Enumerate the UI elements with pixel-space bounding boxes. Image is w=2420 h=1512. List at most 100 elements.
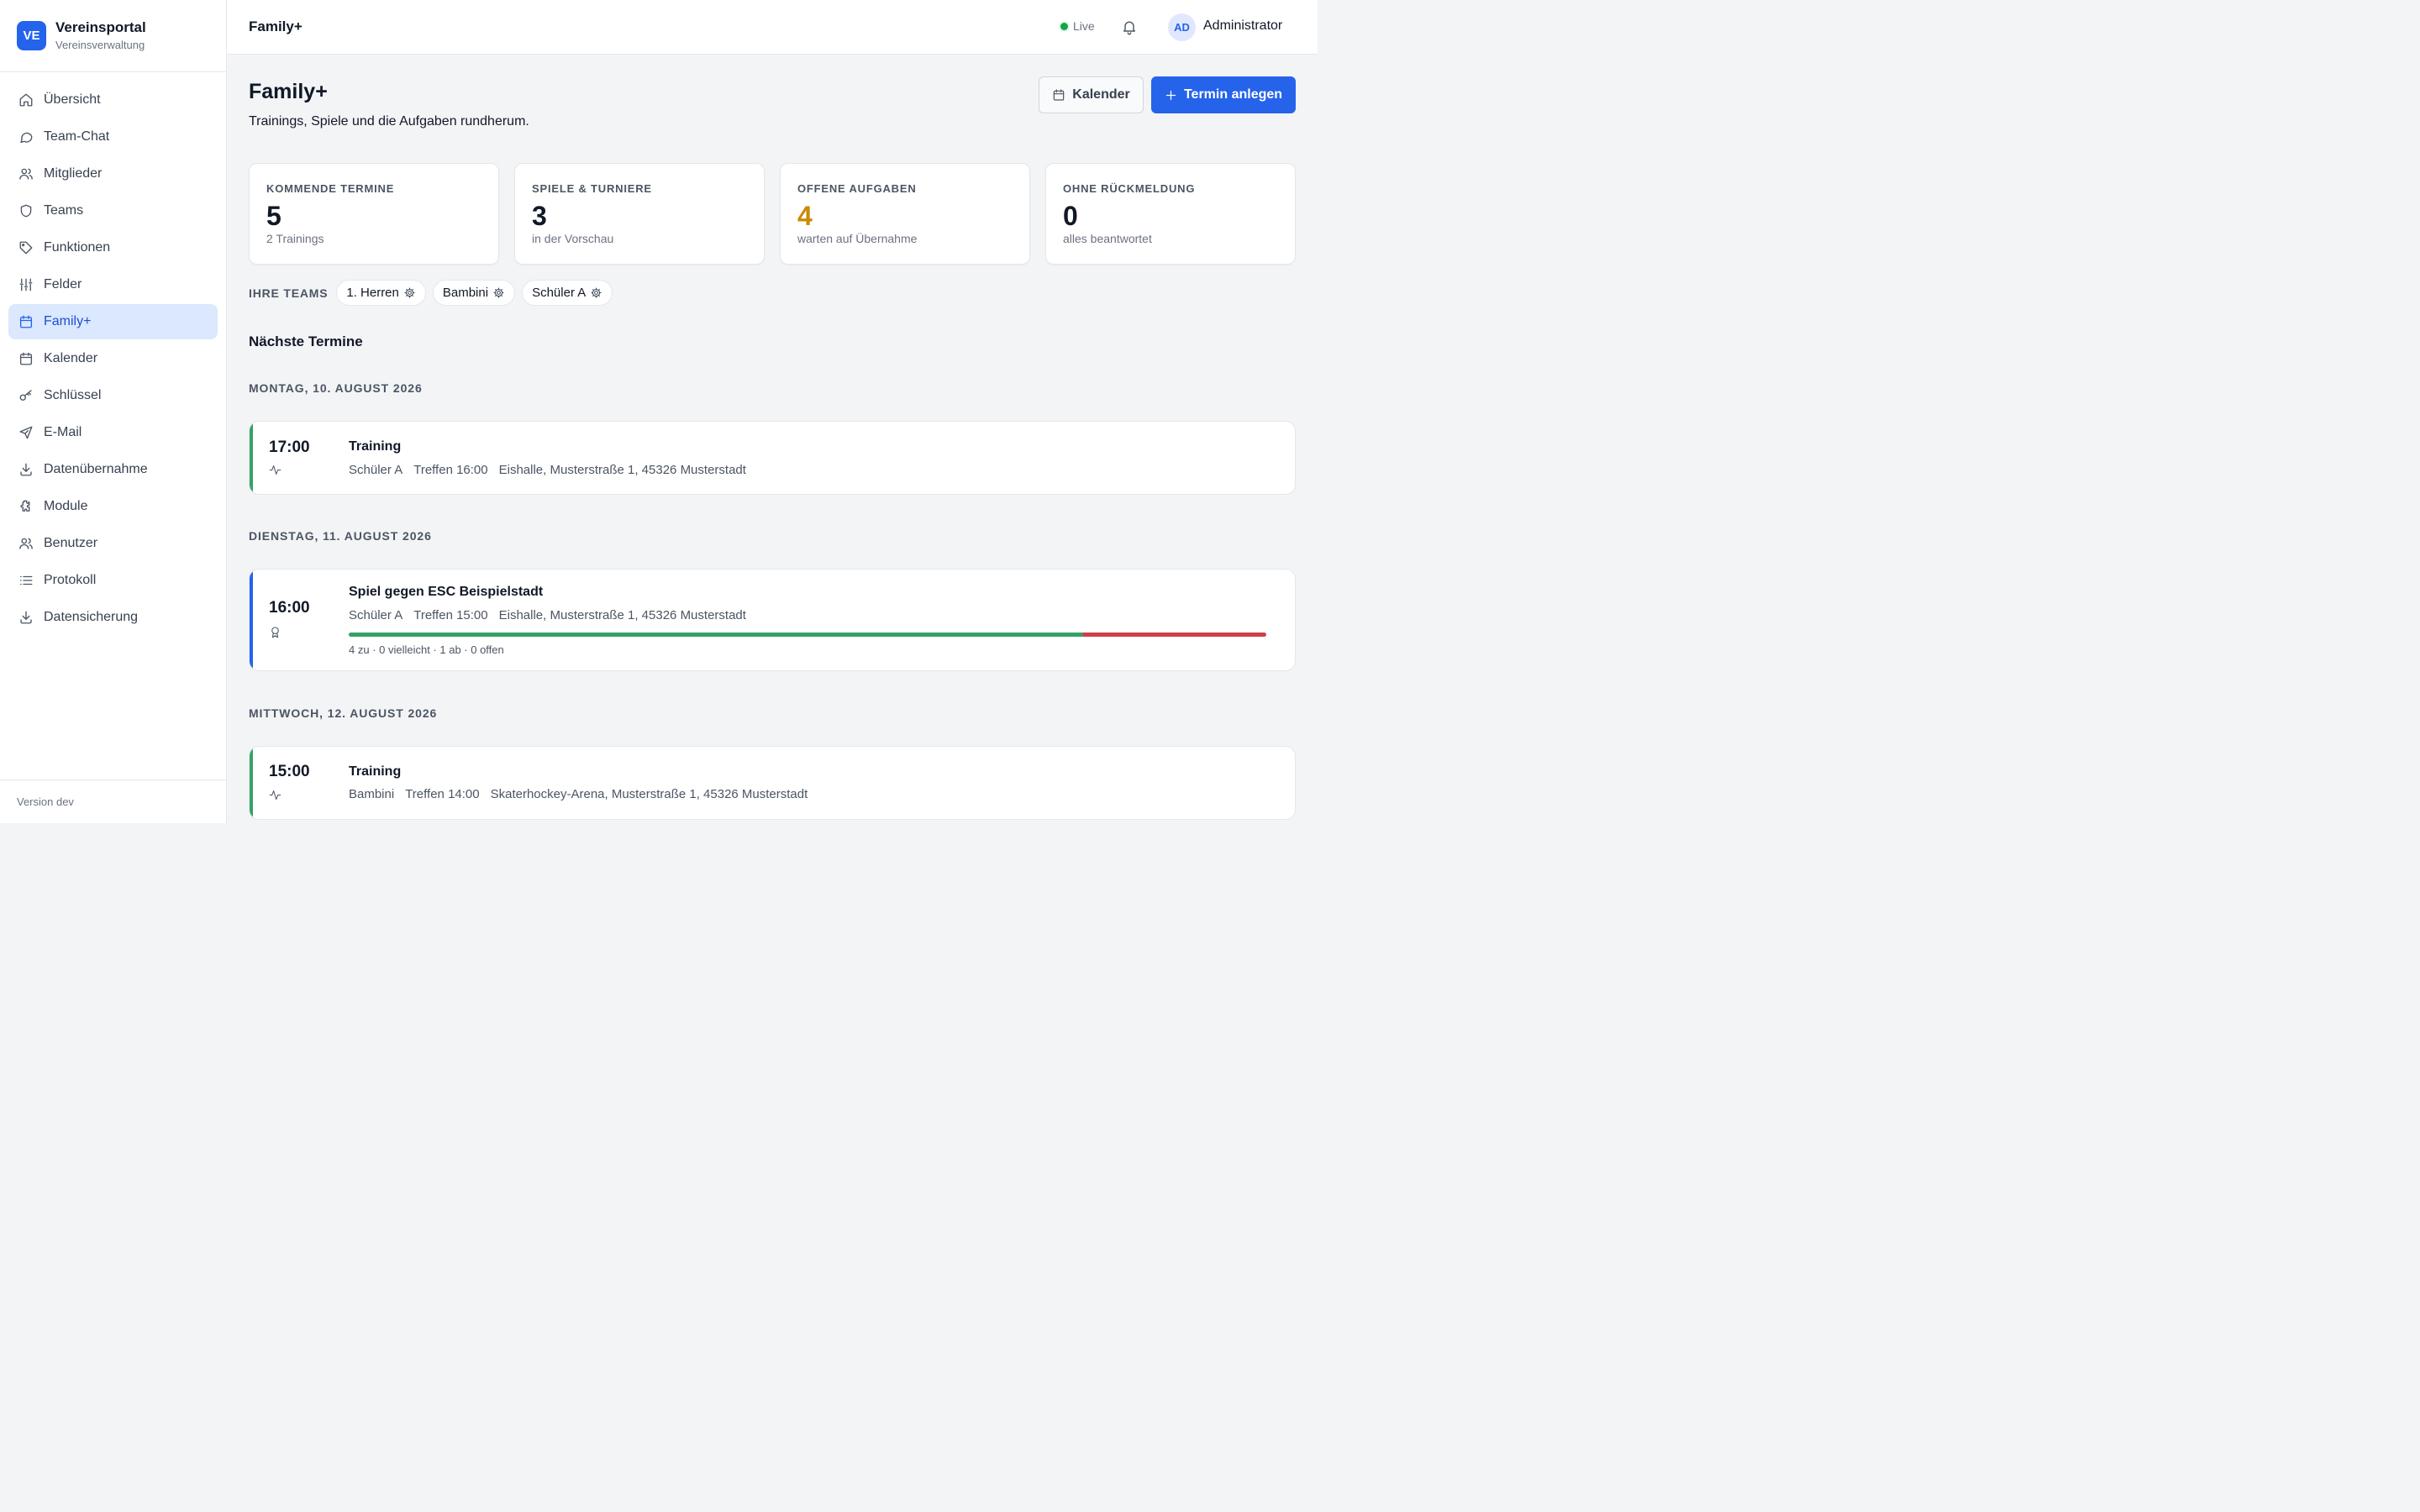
calendar-icon [1053, 89, 1065, 101]
sidebar-item-label: E-Mail [44, 425, 82, 439]
sidebar-item-felder[interactable]: Felder [8, 267, 218, 302]
tag-icon [19, 241, 33, 255]
gear-icon [493, 287, 504, 298]
team-chip[interactable]: 1. Herren [336, 280, 426, 306]
stat-value: 3 [532, 201, 547, 231]
new-appointment-button-label: Termin anlegen [1183, 87, 1283, 102]
sidebar-item-schluessel[interactable]: Schlüssel [8, 378, 218, 413]
sidebar: VE Vereinsportal Vereinsverwaltung Übers… [0, 0, 227, 823]
stat-label: OFFENE AUFGABEN [797, 182, 917, 195]
avatar[interactable]: AD [1168, 13, 1196, 41]
stat-card-games: SPIELE & TURNIERE 3 in der Vorschau [514, 163, 765, 265]
sidebar-item-mitglieder[interactable]: Mitglieder [8, 156, 218, 192]
sidebar-item-label: Funktionen [44, 240, 111, 255]
new-appointment-button[interactable]: Termin anlegen [1151, 76, 1296, 113]
stat-card-no-response: OHNE RÜCKMELDUNG 0 alles beantwortet [1045, 163, 1296, 265]
sidebar-nav: Übersicht Team-Chat Mitglieder Teams Fun… [0, 72, 226, 647]
stat-hint: alles beantwortet [1063, 232, 1152, 245]
event-time: 15:00 [269, 763, 310, 780]
event-meet: Treffen 15:00 [413, 608, 488, 622]
topbar: Family+ Live AD Administrator [227, 0, 1318, 55]
sidebar-item-label: Benutzer [44, 536, 98, 550]
live-dot-icon [1060, 22, 1068, 30]
user-menu[interactable]: Administrator [1203, 18, 1282, 34]
teams-label: IHRE TEAMS [249, 286, 329, 300]
response-bar-no [1082, 633, 1266, 637]
sidebar-item-label: Team-Chat [44, 129, 110, 144]
live-indicator: Live [1060, 19, 1095, 33]
sidebar-item-teams[interactable]: Teams [8, 193, 218, 228]
award-icon [269, 626, 281, 638]
calendar-button-label: Kalender [1072, 87, 1130, 102]
download-icon [20, 611, 32, 624]
sidebar-item-label: Datensicherung [44, 610, 139, 624]
page-title: Family+ [249, 80, 328, 103]
sidebar-item-protokoll[interactable]: Protokoll [8, 563, 218, 598]
notifications-button[interactable] [1121, 18, 1138, 35]
stat-label: OHNE RÜCKMELDUNG [1063, 182, 1196, 195]
team-chip-label: 1. Herren [346, 286, 399, 300]
sidebar-item-email[interactable]: E-Mail [8, 415, 218, 450]
response-bar [349, 633, 1266, 637]
event-title: Spiel gegen ESC Beispielstadt [349, 585, 544, 599]
stat-value: 5 [266, 201, 281, 231]
stat-hint: in der Vorschau [532, 232, 614, 245]
event-card[interactable]: 15:00 Training Bambini Treffen 14:00 Ska… [249, 746, 1296, 820]
sidebar-item-label: Kalender [44, 351, 98, 365]
live-label: Live [1073, 19, 1095, 33]
calendar-button[interactable]: Kalender [1039, 76, 1144, 113]
team-chip-label: Schüler A [532, 286, 587, 300]
bell-icon [1123, 21, 1135, 35]
event-accent [250, 570, 253, 670]
team-chip[interactable]: Schüler A [522, 280, 613, 306]
day-label: DIENSTAG, 11. AUGUST 2026 [249, 529, 432, 543]
event-team: Schüler A [349, 608, 403, 622]
users-icon [19, 538, 33, 549]
calendar-icon [19, 352, 33, 365]
sidebar-item-funktionen[interactable]: Funktionen [8, 230, 218, 265]
sidebar-item-module[interactable]: Module [8, 489, 218, 524]
key-icon [19, 390, 32, 401]
response-bar-yes [349, 633, 1083, 637]
sidebar-item-label: Module [44, 499, 88, 513]
sidebar-item-datensicherung[interactable]: Datensicherung [8, 600, 218, 635]
event-location: Skaterhockey-Arena, Musterstraße 1, 4532… [490, 787, 808, 801]
sidebar-item-label: Schlüssel [44, 388, 102, 402]
sidebar-item-datenuebernahme[interactable]: Datenübernahme [8, 452, 218, 487]
event-card[interactable]: 16:00 Spiel gegen ESC Beispielstadt Schü… [249, 569, 1296, 671]
stat-card-upcoming: KOMMENDE TERMINE 5 2 Trainings [249, 163, 499, 265]
sidebar-item-uebersicht[interactable]: Übersicht [8, 82, 218, 118]
puzzle-icon [20, 500, 30, 512]
sidebar-item-kalender[interactable]: Kalender [8, 341, 218, 376]
brand-subtitle: Vereinsverwaltung [55, 39, 145, 51]
event-meta: Schüler A Treffen 16:00 Eishalle, Muster… [349, 463, 746, 477]
event-meta: Schüler A Treffen 15:00 Eishalle, Muster… [349, 608, 746, 622]
sidebar-item-team-chat[interactable]: Team-Chat [8, 119, 218, 155]
sidebar-item-label: Übersicht [44, 92, 101, 107]
team-chip[interactable]: Bambini [432, 280, 516, 306]
stat-value: 0 [1063, 201, 1078, 231]
activity-icon [269, 789, 281, 801]
event-accent [250, 422, 253, 494]
your-teams: IHRE TEAMS 1. Herren Bambini Schüler A [249, 280, 619, 306]
calendar-icon [19, 315, 33, 328]
gear-icon [404, 287, 415, 298]
sidebar-item-benutzer[interactable]: Benutzer [8, 526, 218, 561]
day-label: MONTAG, 10. AUGUST 2026 [249, 381, 423, 395]
brand[interactable]: VE Vereinsportal Vereinsverwaltung [0, 0, 226, 72]
home-icon [19, 93, 33, 107]
event-team: Schüler A [349, 463, 403, 477]
sidebar-item-label: Datenübernahme [44, 462, 148, 476]
stat-card-open-tasks: OFFENE AUFGABEN 4 warten auf Übernahme [780, 163, 1030, 265]
stat-hint: warten auf Übernahme [797, 232, 918, 245]
event-card[interactable]: 17:00 Training Schüler A Treffen 16:00 E… [249, 421, 1296, 495]
event-accent [250, 747, 253, 819]
chat-icon [20, 132, 33, 144]
page-subtitle: Trainings, Spiele und die Aufgaben rundh… [249, 114, 529, 129]
event-time: 16:00 [269, 599, 310, 617]
list-icon [19, 575, 33, 585]
download-icon [20, 463, 32, 476]
topbar-title: Family+ [249, 18, 302, 34]
sidebar-item-family-plus[interactable]: Family+ [8, 304, 218, 339]
day-label: MITTWOCH, 12. AUGUST 2026 [249, 706, 438, 720]
